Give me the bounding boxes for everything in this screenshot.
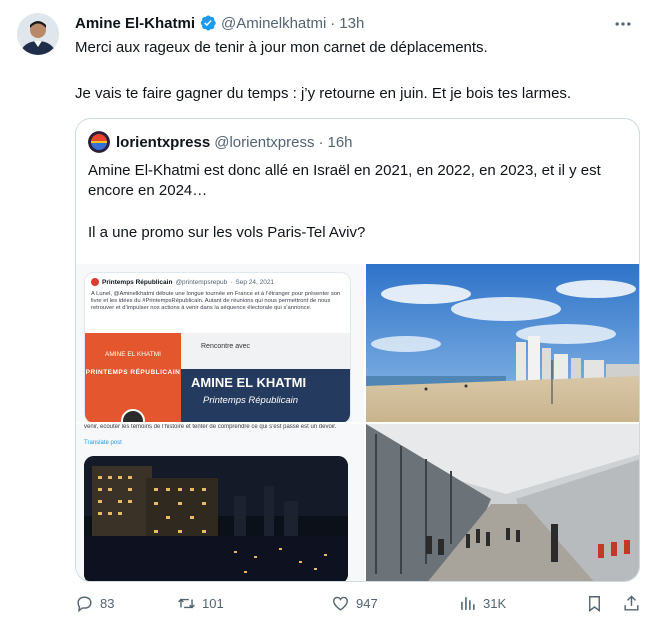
share-button[interactable] — [622, 594, 647, 613]
reply-icon — [77, 596, 92, 613]
quoted-author-avatar — [88, 131, 110, 153]
translate-post-link: Translate post — [84, 440, 122, 446]
like-button[interactable]: 947 — [331, 594, 378, 613]
poster-left-name: AMINE EL KHATMI — [105, 351, 161, 358]
views-icon — [461, 597, 475, 610]
author-handle[interactable]: @Aminelkhatmi — [221, 15, 326, 32]
bookmark-icon — [589, 596, 600, 613]
header-separator: · — [330, 14, 336, 32]
action-bar: 83 101 947 31K — [75, 594, 640, 616]
quoted-tweet-text: Amine El-Khatmi est donc allé en Israël … — [88, 161, 633, 243]
share-icon — [624, 595, 639, 611]
night-city-photo — [84, 456, 348, 581]
media-3-night-city[interactable]: venir, écouter les témoins de l’histoire… — [76, 424, 364, 581]
repost-button[interactable]: 101 — [177, 594, 224, 613]
embedded-post-separator: · — [230, 278, 233, 286]
reply-count: 83 — [100, 596, 115, 611]
poster-right-intro: Rencontre avec — [201, 343, 251, 350]
beach-photo-image — [366, 264, 639, 422]
airport-photo-image — [366, 424, 639, 581]
embedded-post-name: Printemps Républicain — [102, 278, 173, 286]
media-grid: Printemps Républicain @printempsrepub · … — [76, 264, 639, 581]
quoted-text-line-1: Amine El-Khatmi est donc allé en Israël … — [88, 162, 601, 199]
poster-right-panel: Rencontre avec AMINE EL KHATMI Printemps… — [181, 333, 350, 422]
quoted-author-handle: @lorientxpress — [214, 133, 315, 151]
poster-portrait — [121, 409, 145, 422]
author-name[interactable]: Amine El-Khatmi — [75, 15, 195, 32]
tweet-text: Merci aux rageux de tenir à jour mon car… — [75, 38, 635, 104]
quoted-author-name: lorientxpress — [116, 133, 211, 151]
more-icon[interactable] — [613, 14, 633, 34]
avatar-photo — [17, 13, 59, 55]
quoted-tweet[interactable]: lorientxpress @lorientxpress · 16h Amine… — [75, 118, 640, 582]
night-city-image — [84, 456, 348, 581]
lorientxpress-logo — [88, 131, 110, 153]
verified-badge-icon — [200, 15, 216, 31]
tweet-text-line-1: Merci aux rageux de tenir à jour mon car… — [75, 39, 488, 56]
embedded-post-card: Printemps Républicain @printempsrepub · … — [84, 272, 351, 422]
embedded-post-body: A Lunel, @Aminelkhatmi débute une longue… — [91, 291, 341, 311]
views-count: 31K — [483, 596, 507, 611]
quoted-text-line-2: Il a une promo sur les vols Paris-Tel Av… — [88, 224, 366, 241]
like-icon — [333, 596, 348, 611]
quoted-tweet-header: lorientxpress @lorientxpress · 16h — [88, 131, 353, 153]
media-2-beach-photo[interactable] — [366, 264, 639, 422]
media-1-post-screenshot[interactable]: Printemps Républicain @printempsrepub · … — [76, 264, 364, 422]
embedded-post-header: Printemps Républicain @printempsrepub · … — [91, 278, 274, 286]
poster-right-brand: Printemps Républicain — [203, 395, 299, 406]
reply-button[interactable]: 83 — [75, 594, 114, 613]
author-avatar[interactable] — [17, 13, 59, 55]
tweet-text-line-2: Je vais te faire gagner du temps : j’y r… — [75, 85, 572, 102]
embedded-post-date: Sep 24, 2021 — [235, 278, 275, 286]
embedded-post-handle: @printempsrepub — [175, 278, 228, 286]
poster-right-name: AMINE EL KHATMI — [191, 375, 307, 390]
printemps-logo-icon — [91, 278, 99, 286]
poster-left-brand: PRINTEMPS RÉPUBLICAIN — [85, 369, 181, 376]
views-button[interactable]: 31K — [458, 594, 506, 613]
bookmark-button[interactable] — [585, 594, 610, 613]
like-count: 947 — [356, 596, 378, 611]
quoted-separator: · — [318, 133, 324, 151]
repost-count: 101 — [202, 596, 224, 611]
poster-left-panel: AMINE EL KHATMI PRINTEMPS RÉPUBLICAIN — [85, 333, 181, 422]
repost-icon — [178, 598, 195, 609]
tweet-header: Amine El-Khatmi @Aminelkhatmi · 13h — [75, 14, 364, 32]
media-4-airport-photo[interactable] — [366, 424, 639, 581]
tweet-time[interactable]: 13h — [339, 15, 364, 32]
quoted-time: 16h — [327, 133, 353, 151]
embedded-post-continuation: venir, écouter les témoins de l’histoire… — [84, 424, 337, 430]
